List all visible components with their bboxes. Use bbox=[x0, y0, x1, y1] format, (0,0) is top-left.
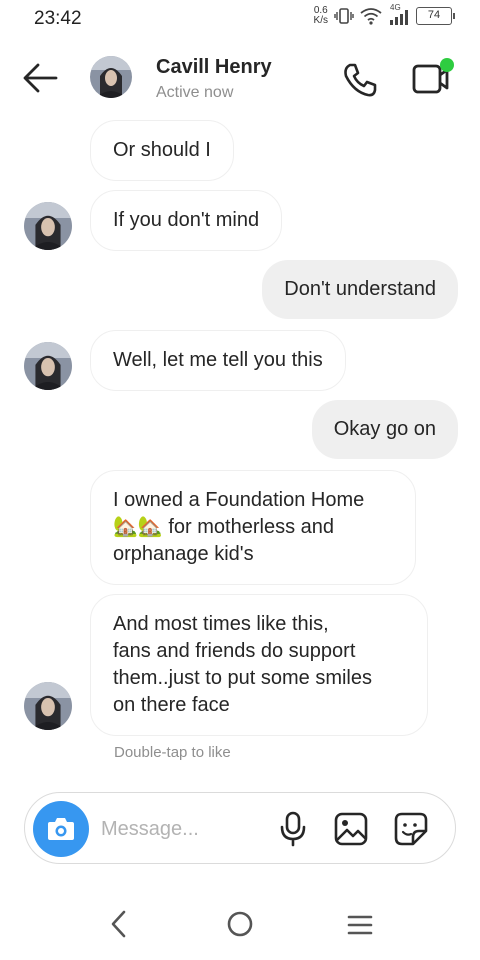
message-text-line: And most times like this, bbox=[113, 613, 329, 635]
message-input[interactable] bbox=[101, 809, 281, 849]
battery-icon: 74 bbox=[416, 7, 455, 25]
message-text: Don't understand bbox=[284, 278, 436, 300]
message-bubble-incoming[interactable]: Or should I bbox=[90, 120, 234, 181]
voice-message-button[interactable] bbox=[277, 811, 309, 847]
nav-recents-button[interactable] bbox=[344, 910, 376, 940]
online-indicator bbox=[440, 58, 454, 72]
system-nav-bar bbox=[0, 890, 480, 960]
voice-call-button[interactable] bbox=[340, 60, 380, 100]
gallery-button[interactable] bbox=[333, 811, 369, 847]
avatar-photo-icon bbox=[24, 202, 72, 250]
message-list[interactable]: Or should I If you don't mind Don't unde… bbox=[0, 118, 480, 778]
message-text-line: I owned a Foundation Home bbox=[113, 489, 365, 511]
network-speed-unit: K/s bbox=[313, 15, 328, 26]
message-bubble-outgoing[interactable]: Don't understand bbox=[262, 260, 458, 319]
message-text-line: orphanage kid's bbox=[113, 543, 254, 565]
arrow-left-icon bbox=[23, 63, 58, 93]
message-text-line: them..just to put some smiles bbox=[113, 667, 372, 689]
avatar-photo-icon bbox=[24, 342, 72, 390]
network-speed: 0.6 K/s bbox=[314, 6, 328, 26]
sticker-icon bbox=[394, 812, 428, 846]
message-bubble-incoming[interactable]: Well, let me tell you this bbox=[90, 330, 346, 391]
message-bubble-outgoing[interactable]: Okay go on bbox=[311, 400, 458, 459]
status-time: 23:42 bbox=[34, 8, 82, 29]
contact-status: Active now bbox=[156, 84, 234, 101]
avatar-photo-icon bbox=[24, 682, 72, 730]
sticker-button[interactable] bbox=[393, 811, 429, 847]
phone-icon bbox=[344, 63, 377, 97]
message-text-line: fans and friends do support bbox=[113, 640, 356, 662]
message-text: Or should I bbox=[113, 139, 211, 161]
signal-icon: 4G bbox=[388, 3, 410, 26]
camera-button[interactable] bbox=[33, 801, 89, 857]
camera-icon bbox=[48, 818, 74, 840]
status-bar: 23:42 0.6 K/s 4G 74 bbox=[0, 0, 480, 36]
back-button[interactable] bbox=[20, 60, 60, 96]
contact-avatar[interactable] bbox=[90, 56, 132, 98]
message-text: Well, let me tell you this bbox=[113, 349, 323, 371]
chevron-left-icon bbox=[111, 910, 126, 938]
message-composer bbox=[24, 792, 456, 864]
circle-home-icon bbox=[227, 911, 253, 937]
message-text-line: 🏡🏡 for motherless and bbox=[113, 516, 334, 538]
message-text-line: on there face bbox=[113, 694, 230, 716]
video-call-button[interactable] bbox=[410, 58, 454, 98]
status-icons: 0.6 K/s 4G 74 bbox=[314, 3, 455, 26]
wifi-icon bbox=[360, 8, 382, 25]
message-bubble-incoming[interactable]: I owned a Foundation Home 🏡🏡 for motherl… bbox=[90, 470, 416, 585]
message-bubble-incoming[interactable]: And most times like this, fans and frien… bbox=[90, 594, 428, 736]
double-tap-hint: Double-tap to like bbox=[114, 744, 231, 761]
nav-back-button[interactable] bbox=[104, 908, 134, 940]
vibrate-icon bbox=[334, 8, 354, 24]
message-text: Okay go on bbox=[333, 418, 436, 440]
chat-header: Cavill Henry Active now bbox=[0, 38, 480, 120]
microphone-icon bbox=[280, 811, 306, 847]
nav-home-button[interactable] bbox=[224, 908, 256, 940]
contact-name[interactable]: Cavill Henry bbox=[156, 56, 272, 79]
sender-avatar[interactable] bbox=[24, 682, 72, 730]
sender-avatar[interactable] bbox=[24, 342, 72, 390]
menu-lines-icon bbox=[347, 915, 373, 935]
sender-avatar[interactable] bbox=[24, 202, 72, 250]
image-icon bbox=[334, 812, 368, 846]
avatar-photo-icon bbox=[90, 56, 132, 98]
message-text: If you don't mind bbox=[113, 209, 260, 231]
message-bubble-incoming[interactable]: If you don't mind bbox=[90, 190, 283, 251]
